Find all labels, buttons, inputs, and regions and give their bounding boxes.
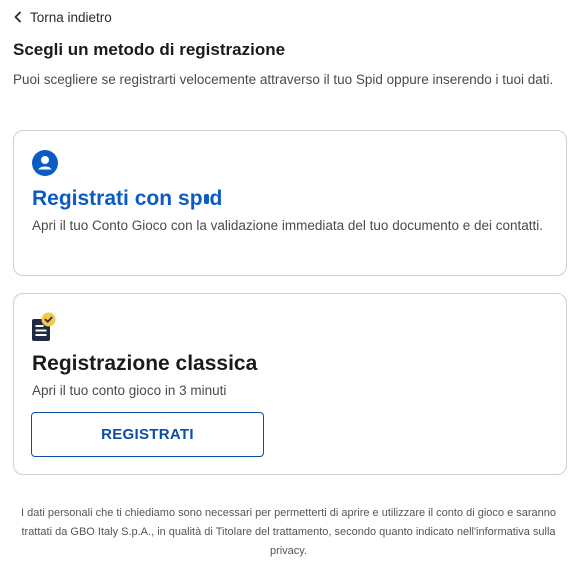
- spid-title-prefix: Registrati con: [32, 187, 173, 210]
- spid-registration-card[interactable]: Registrati con sp d Apri il tuo Conto Gio…: [13, 130, 567, 276]
- spid-card-title: Registrati con sp d: [32, 187, 222, 211]
- back-link[interactable]: Torna indietro: [12, 8, 112, 26]
- chevron-left-icon: [14, 11, 21, 23]
- page-subtitle: Puoi scegliere se registrarti velocement…: [13, 72, 554, 87]
- back-link-label: Torna indietro: [30, 9, 112, 25]
- page-title: Scegli un metodo di registrazione: [13, 40, 286, 59]
- classic-card-description: Apri il tuo conto gioco in 3 minuti: [32, 383, 227, 398]
- spid-logo-i-mark: [203, 194, 209, 204]
- classic-registration-card: Registrazione classica Apri il tuo conto…: [13, 293, 567, 475]
- user-circle-icon: [32, 150, 58, 176]
- document-check-icon: [32, 312, 56, 341]
- classic-card-title: Registrazione classica: [32, 352, 258, 375]
- privacy-notice: I dati personali che ti chiediamo sono n…: [20, 507, 556, 557]
- spid-logo: sp d: [178, 187, 223, 210]
- register-button[interactable]: REGISTRATI: [31, 412, 264, 457]
- spid-card-description: Apri il tuo Conto Gioco con la validazio…: [32, 218, 544, 233]
